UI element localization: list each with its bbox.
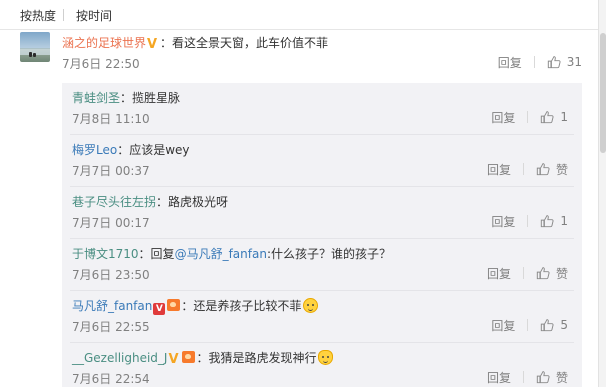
action-divider: [527, 319, 529, 331]
verified-red-v-icon: V: [153, 303, 166, 315]
reply-actions: 回复 赞: [487, 265, 568, 281]
thumbs-up-icon: [541, 111, 554, 124]
reply-text-2: :什么孩子？谁的孩子？: [266, 247, 391, 261]
reply-text: ：我猜是路虎发现神行: [196, 351, 317, 365]
thumbs-up-icon: [536, 267, 550, 280]
avatar-figure: [29, 52, 32, 57]
main-comment: 涵之的足球世界V ：看这全景天窗，此车价值不菲 7月6日 22:50 回复 31: [20, 32, 590, 74]
reply-actions: 回复 赞: [487, 369, 568, 385]
action-divider: [522, 371, 524, 383]
reply-button[interactable]: 回复: [491, 317, 515, 334]
reply-item: __Gezelligheid_JV ：我猜是路虎发现神行 7月6日 22:54 回…: [62, 343, 582, 387]
reply-username[interactable]: 青蛙剑圣: [72, 91, 120, 105]
reply-button[interactable]: 回复: [491, 109, 515, 126]
thumbs-up-icon: [541, 215, 554, 228]
comment-sep: ：: [160, 36, 173, 50]
cat-emoji-icon: [318, 350, 334, 365]
reply-line: 梅罗Leo：应该是wey: [72, 141, 190, 158]
reply-time: 7月7日 00:17: [72, 216, 150, 230]
reply-item: 巷子尽头往左拐：路虎极光呀 7月7日 00:17 回复 1: [62, 187, 582, 239]
sort-tabs: 按热度 按时间: [0, 0, 606, 30]
comment-username[interactable]: 涵之的足球世界: [62, 36, 146, 50]
thumbs-up-icon: [541, 319, 554, 332]
action-divider: [522, 163, 524, 175]
comment-line: 涵之的足球世界V ：看这全景天窗，此车价值不菲: [62, 34, 328, 51]
scrollbar-thumb[interactable]: [600, 33, 606, 153]
reply-actions: 回复 5: [491, 317, 568, 333]
tab-sort-by-hot[interactable]: 按热度: [20, 7, 56, 24]
reply-time: 7月6日 23:50: [72, 268, 150, 282]
reply-item: 青蛙剑圣：揽胜星脉 7月8日 11:10 回复 1: [62, 83, 582, 135]
reply-button[interactable]: 回复: [498, 54, 522, 71]
verified-v-icon: V: [147, 37, 158, 52]
reply-button[interactable]: 回复: [487, 161, 511, 178]
reply-text: ：回复: [138, 247, 175, 261]
reply-line: __Gezelligheid_JV ：我猜是路虎发现神行: [72, 349, 334, 367]
reply-text: ：还是养孩子比较不菲: [181, 299, 302, 313]
tab-divider: [63, 9, 64, 21]
reply-actions: 回复 赞: [487, 161, 568, 177]
reply-item: 马凡舒_fanfan V ：还是养孩子比较不菲 7月6日 22:55 回复 5: [62, 291, 582, 343]
comment-text: 看这全景天窗，此车价值不菲: [172, 36, 329, 50]
reply-line: 青蛙剑圣：揽胜星脉: [72, 89, 180, 106]
reply-line: 马凡舒_fanfan V ：还是养孩子比较不菲: [72, 297, 319, 315]
avatar[interactable]: [20, 32, 50, 62]
reply-button[interactable]: 回复: [491, 213, 515, 230]
reply-list: 青蛙剑圣：揽胜星脉 7月8日 11:10 回复 1 梅罗Leo：应该是wey 7…: [62, 83, 582, 387]
reply-line: 巷子尽头往左拐：路虎极光呀: [72, 193, 228, 210]
reply-time: 7月8日 11:10: [72, 112, 150, 126]
smile-emoji-icon: [303, 298, 319, 313]
like-button[interactable]: 5: [540, 318, 568, 332]
like-button[interactable]: 1: [540, 110, 568, 124]
like-count: 赞: [555, 266, 568, 281]
reply-username[interactable]: 巷子尽头往左拐: [72, 195, 156, 209]
like-count: 赞: [555, 162, 568, 177]
reply-text: ：路虎极光呀: [156, 195, 229, 209]
like-count: 赞: [555, 370, 568, 385]
thumbs-up-icon: [536, 371, 550, 384]
reply-username[interactable]: 马凡舒_fanfan: [72, 299, 152, 313]
reply-button[interactable]: 回复: [487, 265, 511, 282]
reply-actions: 回复 1: [491, 213, 568, 229]
reply-username[interactable]: 于博文1710: [72, 247, 139, 261]
verified-v-icon: V: [168, 352, 179, 367]
avatar-figure-2: [33, 53, 36, 57]
like-count: 31: [566, 55, 582, 69]
reply-time: 7月6日 22:55: [72, 320, 150, 334]
reply-username[interactable]: 梅罗Leo: [72, 143, 117, 157]
reply-item: 于博文1710：回复@马凡舒_fanfan:什么孩子？谁的孩子？ 7月6日 23…: [62, 239, 582, 291]
comment-actions: 回复 31: [498, 54, 582, 70]
action-divider: [527, 111, 529, 123]
like-button[interactable]: 1: [540, 214, 568, 228]
reply-actions: 回复 1: [491, 109, 568, 125]
member-crown-icon: [167, 299, 181, 311]
member-crown-icon: [182, 351, 196, 363]
thumbs-up-icon: [536, 163, 550, 176]
reply-time: 7月6日 22:54: [72, 372, 150, 386]
like-button[interactable]: 31: [547, 55, 582, 69]
reply-item: 梅罗Leo：应该是wey 7月7日 00:37 回复 赞: [62, 135, 582, 187]
reply-button[interactable]: 回复: [487, 369, 511, 386]
like-count: 5: [560, 318, 568, 332]
reply-text: ：揽胜星脉: [120, 91, 181, 105]
action-divider: [522, 267, 524, 279]
reply-mention[interactable]: @马凡舒_fanfan: [175, 247, 267, 261]
action-divider: [533, 56, 535, 68]
tab-sort-by-time[interactable]: 按时间: [76, 7, 112, 24]
thumbs-up-icon: [547, 56, 561, 69]
reply-time: 7月7日 00:37: [72, 164, 150, 178]
reply-line: 于博文1710：回复@马凡舒_fanfan:什么孩子？谁的孩子？: [72, 245, 391, 262]
like-count: 1: [560, 110, 568, 124]
like-button[interactable]: 赞: [536, 161, 568, 178]
reply-username[interactable]: __Gezelligheid_J: [72, 351, 167, 365]
reply-text: ：应该是wey: [117, 143, 190, 157]
like-count: 1: [560, 214, 568, 228]
like-button[interactable]: 赞: [536, 369, 568, 386]
comment-time: 7月6日 22:50: [62, 57, 140, 71]
like-button[interactable]: 赞: [536, 265, 568, 282]
action-divider: [527, 215, 529, 227]
